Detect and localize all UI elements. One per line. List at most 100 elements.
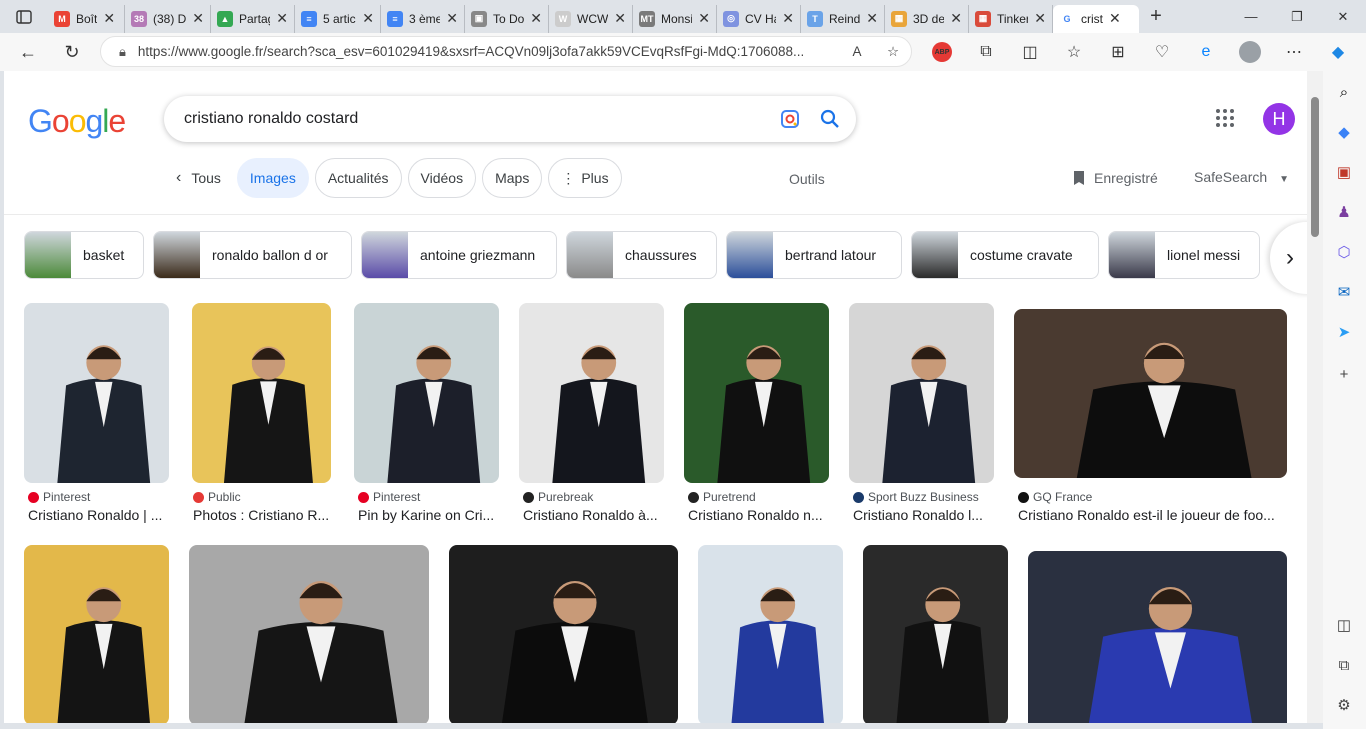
result-thumbnail[interactable]	[192, 303, 331, 483]
browser-tab[interactable]: ▲ Partagés ✕	[211, 4, 295, 33]
filter-images[interactable]: Images	[236, 158, 309, 198]
filter-more[interactable]: ⋮ Plus	[548, 158, 622, 198]
close-tab-icon[interactable]: ✕	[1109, 10, 1121, 27]
close-tab-icon[interactable]: ✕	[866, 10, 878, 27]
search-input[interactable]: cristiano ronaldo costard	[184, 110, 770, 128]
result-title[interactable]: Cristiano Ronaldo à...	[523, 507, 664, 523]
result-title[interactable]: Cristiano Ronaldo l...	[853, 507, 994, 523]
sidebar-add-icon[interactable]: +	[1335, 365, 1353, 383]
result-title[interactable]: Cristiano Ronaldo est-il le joueur de fo…	[1018, 507, 1287, 523]
account-avatar[interactable]: H	[1263, 103, 1295, 135]
result-source[interactable]: GQ France	[1018, 490, 1092, 504]
result-source[interactable]: Purebreak	[523, 490, 593, 504]
new-tab-button[interactable]: +	[1139, 5, 1173, 28]
copilot-icon[interactable]: ◆	[1316, 42, 1360, 62]
google-apps-icon[interactable]	[1214, 107, 1236, 129]
favorites-icon[interactable]: ☆	[1052, 42, 1096, 62]
browser-tab[interactable]: T Reindeer ✕	[801, 4, 885, 33]
result-thumbnail[interactable]	[849, 303, 994, 483]
result-thumbnail[interactable]	[684, 303, 829, 483]
split-screen-icon[interactable]: ◫	[1008, 42, 1052, 62]
image-result[interactable]	[449, 545, 678, 723]
search-box[interactable]: cristiano ronaldo costard	[164, 96, 856, 142]
search-icon[interactable]	[810, 99, 850, 139]
google-logo[interactable]: Google	[28, 103, 126, 140]
result-title[interactable]: Cristiano Ronaldo n...	[688, 507, 829, 523]
read-aloud-icon[interactable]: A	[839, 44, 875, 59]
browser-tab[interactable]: W WCW W ✕	[549, 4, 633, 33]
restore-icon[interactable]: ❐	[1274, 9, 1320, 25]
collections-icon[interactable]: ⊞	[1096, 42, 1140, 62]
result-title[interactable]: Cristiano Ronaldo | ...	[28, 507, 169, 523]
close-tab-icon[interactable]: ✕	[782, 10, 794, 27]
sidebar-settings-icon[interactable]: ⚙	[1335, 696, 1353, 714]
browser-tab[interactable]: M Boît ✕	[48, 4, 125, 33]
related-next-button[interactable]: ›	[1270, 222, 1307, 294]
browser-tab[interactable]: ◎ CV Ham ✕	[717, 4, 801, 33]
browser-essentials-icon[interactable]: ♡	[1140, 42, 1184, 62]
filter-videos[interactable]: Vidéos	[407, 158, 477, 198]
close-tab-icon[interactable]: ✕	[530, 10, 542, 27]
sidebar-tools-icon[interactable]: ▣	[1335, 163, 1353, 181]
sidebar-panel-icon[interactable]: ◫	[1335, 616, 1353, 634]
edge-icon[interactable]: e	[1184, 43, 1228, 61]
url-field[interactable]: 🔒︎ https://www.google.fr/search?sca_esv=…	[100, 36, 912, 67]
image-result[interactable]	[24, 545, 169, 723]
close-tab-icon[interactable]: ✕	[276, 10, 288, 27]
minimize-icon[interactable]: —	[1228, 9, 1274, 24]
scrollbar-thumb[interactable]	[1311, 97, 1319, 237]
result-source[interactable]: Pinterest	[28, 490, 90, 504]
related-search-chip[interactable]: ronaldo ballon d or	[153, 231, 352, 279]
safesearch-button[interactable]: SafeSearch ▼	[1194, 169, 1289, 185]
browser-tab[interactable]: ≡ 5 articles ✕	[295, 4, 381, 33]
sidebar-external-icon[interactable]: ⧉	[1335, 656, 1353, 674]
related-search-chip[interactable]: basket	[24, 231, 144, 279]
saved-button[interactable]: Enregistré	[1072, 170, 1158, 186]
image-result[interactable]	[698, 545, 843, 723]
result-source[interactable]: Public	[193, 490, 241, 504]
close-tab-icon[interactable]: ✕	[950, 10, 962, 27]
sidebar-send-icon[interactable]: ➤	[1335, 323, 1353, 341]
related-search-chip[interactable]: costume cravate	[911, 231, 1099, 279]
result-source[interactable]: Pinterest	[358, 490, 420, 504]
close-tab-icon[interactable]: ✕	[362, 10, 374, 27]
close-window-icon[interactable]: ✕	[1320, 9, 1366, 25]
browser-tab[interactable]: ≡ 3 ème ar ✕	[381, 4, 465, 33]
browser-tab[interactable]: ▣ To Do TR ✕	[465, 4, 549, 33]
page-scrollbar[interactable]	[1307, 71, 1323, 723]
sidebar-outlook-icon[interactable]: ✉	[1335, 283, 1353, 301]
browser-tab[interactable]: ▦ Tinkerca ✕	[969, 4, 1053, 33]
adblock-icon[interactable]: ABP	[932, 42, 952, 62]
result-thumbnail[interactable]	[24, 303, 169, 483]
image-result[interactable]	[189, 545, 429, 723]
sidebar-copilot-icon[interactable]: ⬡	[1335, 243, 1353, 261]
related-search-chip[interactable]: bertrand latour	[726, 231, 902, 279]
filter-news[interactable]: Actualités	[314, 158, 402, 198]
close-tab-icon[interactable]: ✕	[192, 10, 204, 27]
close-tab-icon[interactable]: ✕	[614, 10, 626, 27]
refresh-icon[interactable]: ↻	[50, 33, 94, 71]
result-title[interactable]: Photos : Cristiano R...	[193, 507, 334, 523]
browser-tab[interactable]: 38 (38) Disc ✕	[125, 4, 211, 33]
extensions-icon[interactable]: ⧉	[964, 43, 1008, 61]
result-title[interactable]: Pin by Karine on Cri...	[358, 507, 499, 523]
back-icon[interactable]: ←	[6, 33, 50, 71]
result-thumbnail[interactable]	[519, 303, 664, 483]
related-search-chip[interactable]: antoine griezmann	[361, 231, 557, 279]
browser-tab[interactable]: ▦ 3D desig ✕	[885, 4, 969, 33]
profile-avatar[interactable]	[1239, 41, 1261, 63]
filter-maps[interactable]: Maps	[482, 158, 543, 198]
filter-back-all[interactable]: ‹ Tous	[170, 158, 231, 198]
tab-actions-button[interactable]	[0, 0, 48, 33]
result-thumbnail[interactable]	[1014, 309, 1287, 478]
sidebar-search-icon[interactable]: ⌕	[1335, 83, 1353, 101]
close-tab-icon[interactable]: ✕	[698, 10, 710, 27]
browser-tab[interactable]: Gcrist ✕	[1053, 4, 1139, 33]
favorite-star-icon[interactable]: ☆	[875, 44, 911, 60]
google-lens-icon[interactable]	[770, 99, 810, 139]
result-source[interactable]: Sport Buzz Business	[853, 490, 979, 504]
settings-more-icon[interactable]: ⋯	[1272, 42, 1316, 62]
close-tab-icon[interactable]: ✕	[103, 10, 115, 27]
related-search-chip[interactable]: chaussures	[566, 231, 717, 279]
close-tab-icon[interactable]: ✕	[1034, 10, 1046, 27]
